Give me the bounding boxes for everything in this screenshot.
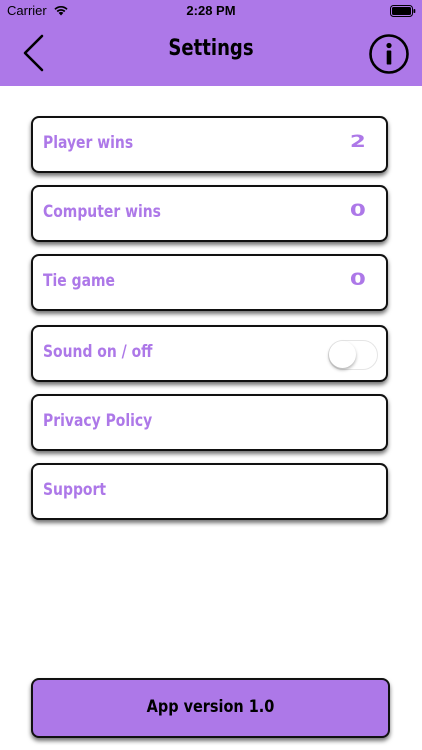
row-value: 2 xyxy=(350,132,366,152)
row-label: Tie game xyxy=(43,271,115,291)
sound-row: Sound on / off xyxy=(31,325,388,382)
info-circle-icon[interactable] xyxy=(368,33,410,75)
row-value: 0 xyxy=(350,270,366,290)
toggle-knob xyxy=(329,341,356,368)
row-label: Privacy Policy xyxy=(43,411,153,431)
computer-wins-row: Computer wins 0 xyxy=(31,185,388,242)
row-value: 0 xyxy=(350,201,366,221)
player-wins-row: Player wins 2 xyxy=(31,116,388,173)
row-label: Sound on / off xyxy=(43,342,153,362)
navigation-bar: Carrier 2:28 PM Settings xyxy=(0,0,422,86)
tie-game-row: Tie game 0 xyxy=(31,254,388,311)
page-title: Settings xyxy=(168,36,254,61)
sound-toggle[interactable] xyxy=(328,340,378,370)
app-version-button[interactable]: App version 1.0 xyxy=(31,678,390,738)
settings-screen: Carrier 2:28 PM Settings Player wins 2 C… xyxy=(0,0,422,750)
status-time: 2:28 PM xyxy=(186,3,236,18)
battery-icon xyxy=(390,5,416,17)
support-row[interactable]: Support xyxy=(31,463,388,520)
privacy-policy-row[interactable]: Privacy Policy xyxy=(31,394,388,451)
row-label: Support xyxy=(43,480,107,500)
app-version-label: App version 1.0 xyxy=(146,697,275,717)
row-label: Player wins xyxy=(43,133,134,153)
row-label: Computer wins xyxy=(43,202,161,222)
status-bar: Carrier 2:28 PM xyxy=(0,0,422,22)
